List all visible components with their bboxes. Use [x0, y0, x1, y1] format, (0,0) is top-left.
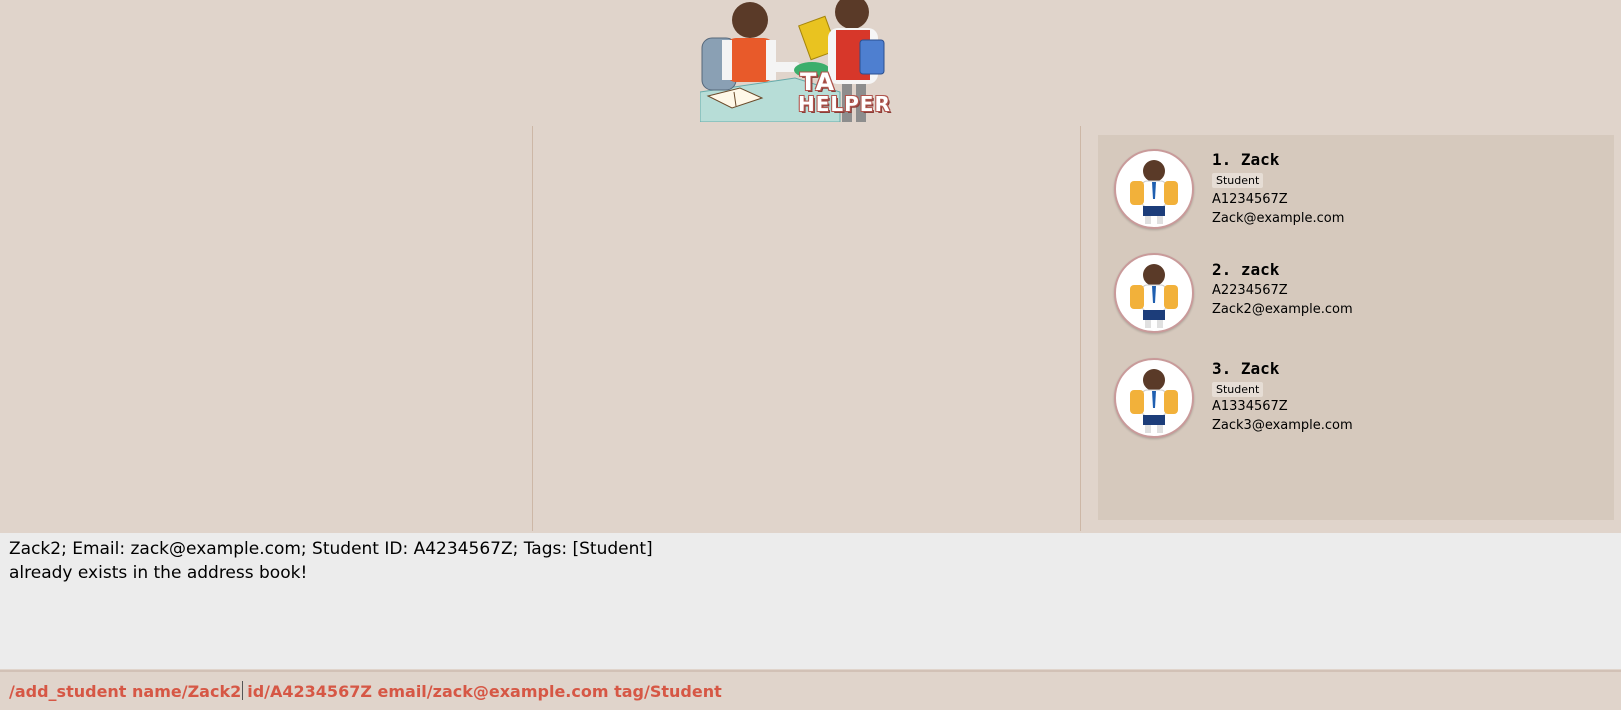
student-name: 3. Zack: [1212, 359, 1280, 378]
student-name: 2. zack: [1212, 260, 1280, 279]
header: TA HELPER: [0, 0, 1621, 124]
student-tag: Student: [1212, 173, 1264, 188]
student-id: A1234567Z: [1212, 192, 1288, 207]
result-display[interactable]: Zack2; Email: zack@example.com; Student …: [0, 533, 1621, 669]
result-message-line-2: already exists in the address book!: [9, 563, 308, 583]
command-text-after-caret: id/A4234567Z email/zack@example.com tag/…: [247, 682, 722, 701]
pane-divider-right[interactable]: [1080, 126, 1081, 531]
student-email: Zack@example.com: [1212, 211, 1345, 226]
ta-helper-logo: TA HELPER: [699, 0, 930, 123]
student-card-3[interactable]: 3. Zack Student A1334567Z Zack3@example.…: [1098, 344, 1614, 440]
student-avatar-icon: [1114, 358, 1194, 438]
student-card-2[interactable]: 2. zack A2234567Z Zack2@example.com: [1098, 239, 1614, 335]
command-text-before-caret: /add_student name/Zack2: [9, 682, 242, 701]
student-name: 1. Zack: [1212, 150, 1280, 169]
student-email: Zack3@example.com: [1212, 418, 1353, 433]
command-box[interactable]: /add_student name/Zack2 id/A4234567Z emai…: [0, 670, 1621, 710]
text-caret: [242, 681, 244, 700]
student-id: A2234567Z: [1212, 283, 1288, 298]
student-id: A1334567Z: [1212, 399, 1288, 414]
command-input[interactable]: /add_student name/Zack2 id/A4234567Z emai…: [9, 681, 1599, 701]
student-avatar-icon: [1114, 149, 1194, 229]
student-list-panel[interactable]: 1. Zack Student A1234567Z Zack@example.c…: [1098, 135, 1614, 520]
student-card-1[interactable]: 1. Zack Student A1234567Z Zack@example.c…: [1098, 135, 1614, 231]
student-avatar-icon: [1114, 253, 1194, 333]
result-message-line-1: Zack2; Email: zack@example.com; Student …: [9, 539, 653, 559]
student-tag: Student: [1212, 382, 1264, 397]
logo-text-helper: HELPER: [798, 92, 891, 116]
pane-divider-left[interactable]: [532, 126, 533, 531]
student-email: Zack2@example.com: [1212, 302, 1353, 317]
